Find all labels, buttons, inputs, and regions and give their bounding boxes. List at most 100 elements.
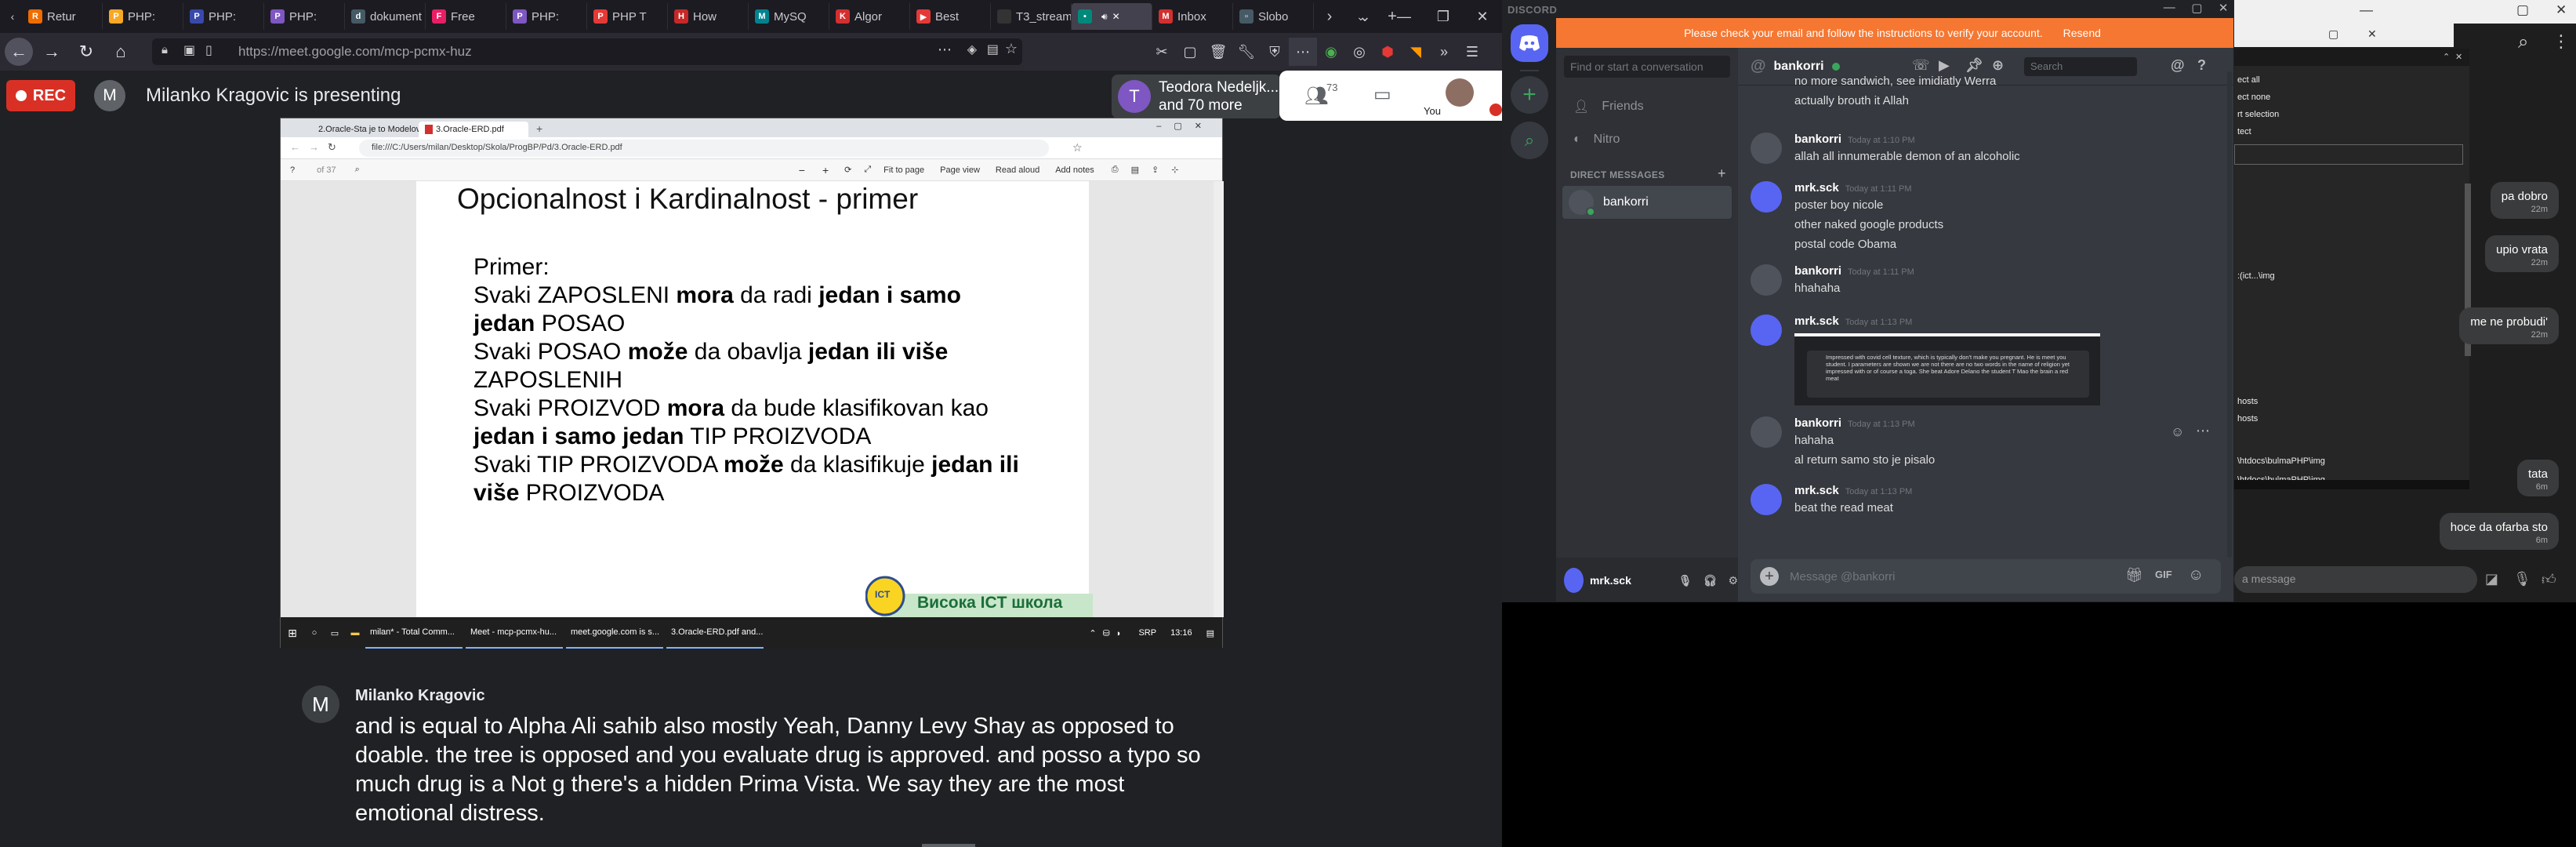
overflow-dots-icon[interactable]: ⋯ (1289, 38, 1317, 66)
reader-icon[interactable]: ▤ (987, 42, 999, 57)
taskbar-app[interactable]: meet.google.com is s... (566, 617, 663, 649)
save-icon[interactable]: ▤ (1131, 165, 1139, 175)
tray-lang[interactable]: SRP (1138, 628, 1156, 638)
menu-icon[interactable]: ☰ (1458, 38, 1486, 66)
read-aloud-button[interactable]: Read aloud (996, 165, 1039, 175)
back-icon[interactable]: ← (5, 38, 33, 66)
right-message-input[interactable]: a message (2234, 566, 2477, 593)
path-input[interactable] (2234, 144, 2463, 165)
caption-resize-handle[interactable] (922, 844, 975, 847)
mic-icon[interactable]: 🎙︎ (2513, 571, 2531, 587)
zoom-out-icon[interactable]: − (799, 164, 805, 176)
self-avatar[interactable] (1564, 568, 1584, 593)
fit-to-page-button[interactable]: Fit to page (883, 165, 924, 175)
browser-tab[interactable]: P PHP: (506, 3, 587, 30)
browser-tab[interactable]: d dokument (345, 3, 426, 30)
create-dm-icon[interactable]: + (1718, 165, 1726, 182)
context-menu-item[interactable]: ect all (2237, 75, 2260, 85)
browser-tab[interactable]: K Algor (829, 3, 910, 30)
mentions-icon[interactable]: @ (2171, 57, 2185, 74)
explorer-icon[interactable]: ▬ (345, 628, 365, 638)
tab-close-icon[interactable]: ✕ (1112, 11, 1120, 22)
shield-icon[interactable]: ⛨ (1261, 38, 1289, 66)
edge-tab[interactable]: 2.Oracle-Sta je to Modelova (309, 122, 419, 137)
rss-icon[interactable]: ◥ (1402, 38, 1430, 66)
start-icon[interactable]: ⊞ (281, 627, 304, 640)
browser-tab[interactable]: P PHP T (587, 3, 668, 30)
headphones-icon[interactable]: 🎧︎ (1703, 574, 1718, 587)
maximize-icon[interactable]: ▢ (2516, 2, 2529, 18)
minimize-icon[interactable]: — (2360, 2, 2373, 18)
add-friend-icon[interactable]: ⊕ (1992, 57, 2004, 74)
pocket-icon[interactable]: ◈ (967, 42, 977, 57)
close-icon[interactable]: ✕ (2367, 27, 2377, 41)
file-path-item[interactable]: hosts (2237, 414, 2258, 424)
chat-icon[interactable]: ▭ (1373, 83, 1391, 106)
discord-home-icon[interactable] (1511, 24, 1548, 62)
taskbar-app[interactable]: 3.Oracle-ERD.pdf and... (666, 617, 764, 649)
list-all-tabs-icon[interactable]: ⌄ (1345, 0, 1384, 33)
bookmark-star-icon[interactable]: ☆ (1005, 41, 1018, 57)
url-bar[interactable]: 🔒︎ ▣ ▯ https://meet.google.com/mcp-pcmx-… (152, 38, 1022, 65)
tab-audio-icon[interactable]: 🔊︎ (1101, 11, 1108, 23)
participant-tile[interactable]: T Teodora Nedeljk... and 70 more (1112, 75, 1281, 118)
video-icon[interactable]: ▶ (1939, 57, 1950, 74)
message-avatar[interactable] (1751, 133, 1782, 164)
file-path-item[interactable]: \htdocs\bulmaPHP\img (2237, 456, 2325, 466)
forward-icon[interactable]: → (36, 36, 67, 67)
restore-icon[interactable]: ❐ (1424, 0, 1463, 33)
more-options-icon[interactable]: ⋯ (2196, 423, 2210, 439)
close-icon[interactable]: ✕ (2219, 1, 2229, 15)
edge-forward-icon[interactable]: → (309, 141, 319, 153)
mask-ext-icon[interactable]: ◎ (1345, 38, 1373, 66)
edge-window-controls[interactable]: –▢✕ (1156, 121, 1214, 131)
mic-muted-badge[interactable] (1489, 104, 1502, 116)
wrench-icon[interactable]: 🔧︎ (1232, 38, 1261, 66)
print-icon[interactable]: ⎙ (1112, 165, 1119, 175)
chrome-ext-icon[interactable]: ◉ (1317, 38, 1345, 66)
tab-scroll-left-icon[interactable]: ‹ (3, 10, 22, 23)
add-server-icon[interactable]: + (1511, 76, 1548, 114)
zoom-in-icon[interactable]: + (822, 164, 829, 176)
edge-favorites-icon[interactable]: ☆ (1072, 141, 1083, 154)
attach-plus-icon[interactable]: + (1760, 567, 1779, 586)
mic-icon[interactable]: 🎙︎ (1678, 574, 1693, 587)
home-icon[interactable]: ⌂ (105, 36, 136, 67)
find-conversation-input[interactable]: Find or start a conversation (1564, 56, 1730, 78)
adblock-icon[interactable]: ⬢ (1373, 38, 1402, 66)
message-avatar[interactable] (1751, 314, 1782, 346)
browser-tab[interactable]: F Free (426, 3, 506, 30)
trash-icon[interactable]: 🗑︎ (1204, 38, 1232, 66)
close-x-icon[interactable]: ✕ (2455, 52, 2462, 62)
add-notes-button[interactable]: Add notes (1055, 165, 1094, 175)
context-menu-item[interactable]: rt selection (2237, 110, 2279, 119)
message-author[interactable]: bankorri Today at 1:11 PM (1794, 264, 1914, 278)
recording-indicator[interactable]: REC (6, 80, 75, 111)
clipboard-icon[interactable]: ▢ (1176, 38, 1204, 66)
message-avatar[interactable] (1751, 264, 1782, 296)
people-icon[interactable]: 👥︎ (1304, 85, 1328, 107)
chat-bubble[interactable]: pa dobro 22m (2490, 182, 2559, 219)
pdf-toc-icon[interactable]: ? (290, 165, 295, 175)
message-author[interactable]: bankorri Today at 1:10 PM (1794, 133, 1915, 146)
taskbar-search-icon[interactable]: ○ (304, 628, 325, 638)
notification-icon[interactable]: ▤ (1206, 628, 1214, 638)
message-author[interactable]: bankorri Today at 1:13 PM (1794, 416, 1915, 430)
file-path-item[interactable]: hosts (2237, 397, 2258, 406)
edge-reload-icon[interactable]: ↻ (328, 141, 336, 154)
settings-gear-icon[interactable]: ⚙ (1728, 574, 1738, 587)
call-icon[interactable]: ☏ (1912, 57, 1930, 74)
message-input[interactable]: + Message @bankorri 🎁︎ GIF ☺ (1751, 559, 2221, 594)
fit-page-icon[interactable]: ⤢ (864, 165, 871, 175)
chat-search-input[interactable]: Search (2024, 57, 2137, 76)
sidebar-item-nitro[interactable]: ◐ Nitro (1562, 123, 1732, 156)
taskbar-app[interactable]: milan* - Total Comm... (365, 617, 463, 649)
restore-icon[interactable]: ▢ (2328, 27, 2338, 41)
message-avatar[interactable] (1751, 416, 1782, 448)
browser-tab[interactable]: P PHP: (103, 3, 183, 30)
pdf-search-icon[interactable]: ⌕ (355, 165, 360, 175)
browser-tab[interactable]: M Inbox (1152, 3, 1233, 30)
message-author[interactable]: mrk.sck Today at 1:13 PM (1794, 314, 1912, 328)
pin-icon[interactable]: ⊹ (1171, 165, 1178, 175)
browser-tab[interactable]: ▫ Slobo (1233, 3, 1314, 30)
